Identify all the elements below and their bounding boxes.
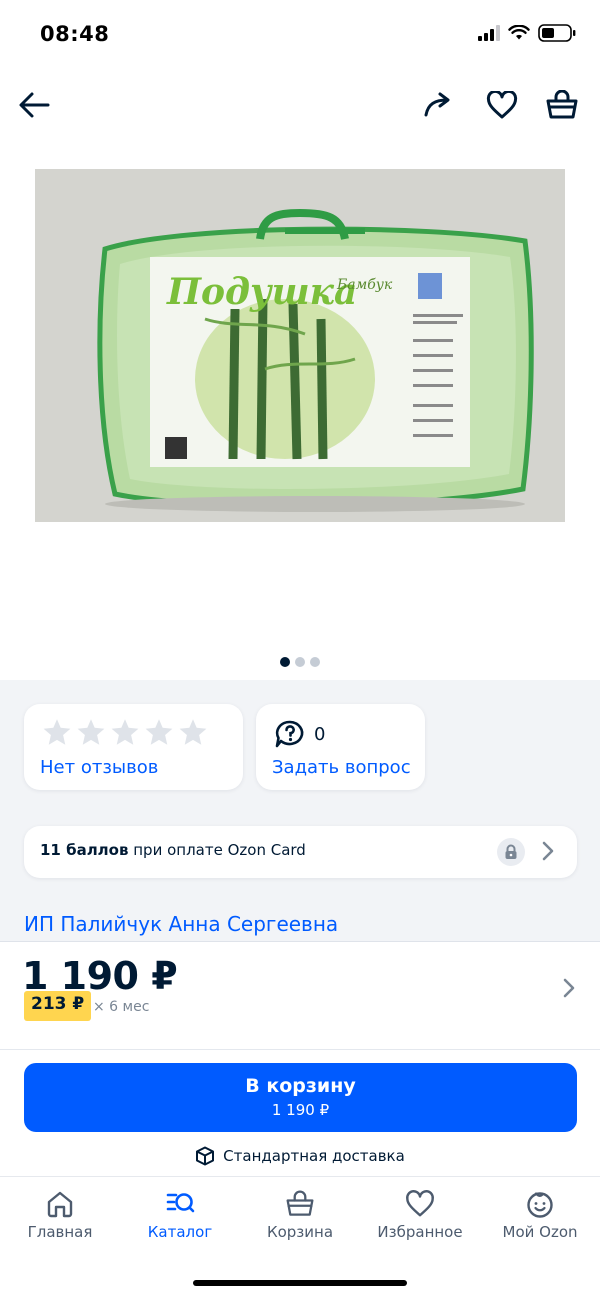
tab-label: Корзина [266, 1223, 334, 1241]
tab-catalog[interactable]: Каталог [120, 1177, 240, 1257]
add-to-cart-button[interactable]: В корзину 1 190 ₽ [24, 1063, 577, 1132]
no-reviews-link[interactable]: Нет отзывов [40, 757, 158, 778]
gallery-dot[interactable] [280, 657, 290, 667]
question-bubble-icon [275, 720, 304, 748]
product-gallery[interactable]: Подушка Бамбук [0, 140, 600, 640]
seller-link[interactable]: ИП Палийчук Анна Сергеевна [24, 912, 338, 936]
bonus-description: при оплате Ozon Card [133, 841, 306, 859]
ask-question-link[interactable]: Задать вопрос [272, 757, 411, 778]
tab-label: Мой Ozon [502, 1223, 578, 1241]
favorite-button[interactable] [482, 85, 522, 125]
buy-area: В корзину 1 190 ₽ Стандартная доставка [0, 1050, 600, 1176]
price-block[interactable]: 1 190 ₽ 213 ₽ × 6 мес [0, 942, 600, 1050]
heart-icon [486, 91, 518, 119]
catalog-search-icon [166, 1193, 195, 1213]
questions-count: 0 [314, 723, 326, 745]
back-button[interactable] [14, 85, 54, 125]
status-icons [478, 24, 576, 42]
chevron-right-icon [542, 841, 554, 861]
star-icon [179, 719, 207, 745]
questions-card[interactable]: 0 Задать вопрос [256, 704, 425, 790]
packaging-title: Подушка [166, 271, 357, 313]
heart-icon [406, 1190, 434, 1217]
cellular-signal-icon [478, 25, 500, 41]
star-icon [145, 719, 173, 745]
basket-icon [286, 1190, 314, 1216]
rating-stars [42, 718, 208, 746]
add-to-cart-label: В корзину [245, 1075, 356, 1097]
tab-cart[interactable]: Корзина [240, 1177, 360, 1257]
delivery-label: Стандартная доставка [223, 1147, 405, 1165]
star-icon [43, 719, 71, 745]
tab-my-ozon[interactable]: Мой Ozon [480, 1177, 600, 1257]
share-arrow-icon [424, 92, 450, 117]
home-indicator[interactable] [193, 1280, 407, 1286]
wifi-icon [508, 25, 530, 40]
installment-badge: 213 ₽ [24, 991, 92, 1021]
box-icon [196, 1146, 215, 1166]
chevron-right-icon[interactable] [562, 977, 576, 999]
tab-home[interactable]: Главная [0, 1177, 120, 1257]
gallery-dot[interactable] [295, 657, 305, 667]
tab-label: Каталог [147, 1223, 213, 1241]
ozon-card-bonus[interactable]: 11 баллов при оплате Ozon Card [24, 826, 577, 878]
delivery-info: Стандартная доставка [0, 1146, 600, 1166]
tab-label: Избранное [377, 1223, 463, 1241]
top-nav [0, 70, 600, 140]
cart-button[interactable] [542, 85, 582, 125]
arrow-left-icon [19, 92, 50, 118]
bottom-tab-bar: Главная Каталог Корзина Избранное Мой Oz… [0, 1176, 600, 1297]
tab-favorites[interactable]: Избранное [360, 1177, 480, 1257]
smile-face-icon [527, 1192, 553, 1218]
status-bar: 08:48 [0, 0, 600, 70]
add-to-cart-price: 1 190 ₽ [271, 1101, 330, 1119]
tab-label: Главная [27, 1223, 93, 1241]
battery-icon [538, 24, 576, 42]
product-photo[interactable]: Подушка Бамбук [35, 169, 565, 522]
seller-row: ИП Палийчук Анна Сергеевна [0, 909, 600, 942]
packaging-subtitle: Бамбук [336, 277, 393, 293]
star-icon [111, 719, 139, 745]
gallery-pagination [0, 657, 600, 667]
rating-card[interactable]: Нет отзывов [24, 704, 243, 790]
installment-term: × 6 мес [93, 999, 150, 1015]
gallery-dot[interactable] [310, 657, 320, 667]
star-icon [77, 719, 105, 745]
basket-icon [546, 90, 578, 119]
share-button[interactable] [418, 85, 458, 125]
pillow-image: Подушка Бамбук [35, 169, 565, 522]
questions-count-row: 0 [274, 719, 325, 749]
home-icon [47, 1191, 73, 1218]
lock-icon [497, 838, 525, 866]
status-time: 08:48 [40, 22, 110, 46]
bonus-points: 11 баллов [40, 841, 129, 859]
bonus-text: 11 баллов при оплате Ozon Card [40, 841, 306, 859]
